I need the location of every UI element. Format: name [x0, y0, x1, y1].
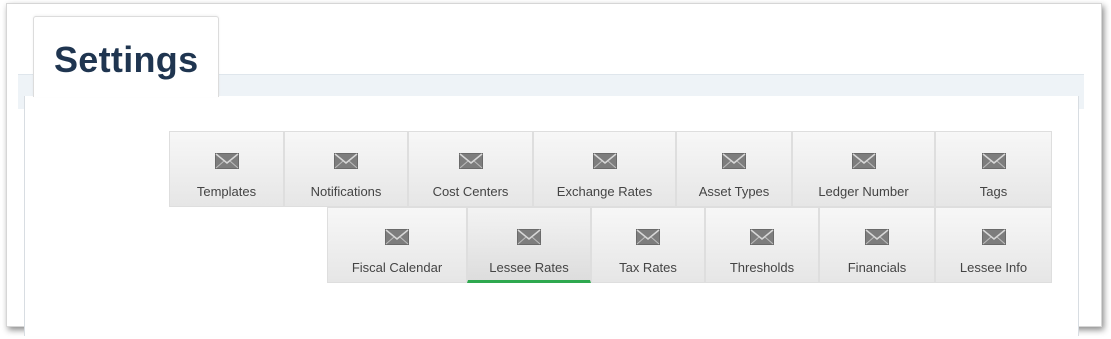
- tab-label: Thresholds: [729, 260, 795, 275]
- tab-tax-rates[interactable]: Tax Rates: [591, 207, 705, 283]
- envelope-icon: [636, 229, 660, 245]
- tab-label: Asset Types: [698, 184, 770, 199]
- envelope-icon: [214, 153, 239, 169]
- tab-label: Tags: [979, 184, 1008, 199]
- tab-label: Fiscal Calendar: [351, 260, 443, 275]
- envelope-icon: [981, 153, 1006, 169]
- tab-asset-types[interactable]: Asset Types: [676, 131, 792, 207]
- envelope-icon: [334, 153, 358, 169]
- tab-label: Templates: [196, 184, 257, 199]
- tab-label: Lessee Info: [959, 260, 1028, 275]
- tab-tags[interactable]: Tags: [935, 131, 1052, 207]
- tab-label: Cost Centers: [432, 184, 509, 199]
- tab-label: Exchange Rates: [556, 184, 653, 199]
- tab-lessee-info[interactable]: Lessee Info: [935, 207, 1052, 283]
- tab-cost-centers[interactable]: Cost Centers: [408, 131, 533, 207]
- settings-title-tab: Settings: [33, 16, 219, 97]
- page-title: Settings: [54, 39, 199, 80]
- tab-ledger-number[interactable]: Ledger Number: [792, 131, 935, 207]
- tab-label: Financials: [847, 260, 907, 275]
- tab-label: Ledger Number: [818, 184, 909, 199]
- tab-label: Notifications: [310, 184, 382, 199]
- envelope-icon: [722, 153, 746, 169]
- tab-notifications[interactable]: Notifications: [284, 131, 408, 207]
- envelope-icon: [865, 229, 889, 245]
- tab-label: Lessee Rates: [489, 260, 569, 275]
- tab-financials[interactable]: Financials: [819, 207, 935, 283]
- envelope-icon: [517, 229, 541, 245]
- tab-exchange-rates[interactable]: Exchange Rates: [533, 131, 676, 207]
- envelope-icon: [592, 153, 617, 169]
- envelope-icon: [981, 229, 1006, 245]
- envelope-icon: [750, 229, 774, 245]
- envelope-icon: [851, 153, 876, 169]
- envelope-icon: [458, 153, 483, 169]
- tab-label: Tax Rates: [619, 260, 677, 275]
- tab-thresholds[interactable]: Thresholds: [705, 207, 819, 283]
- tab-templates[interactable]: Templates: [169, 131, 284, 207]
- tab-lessee-rates[interactable]: Lessee Rates: [467, 207, 591, 283]
- envelope-icon: [385, 229, 409, 245]
- tab-fiscal-calendar[interactable]: Fiscal Calendar: [327, 207, 467, 283]
